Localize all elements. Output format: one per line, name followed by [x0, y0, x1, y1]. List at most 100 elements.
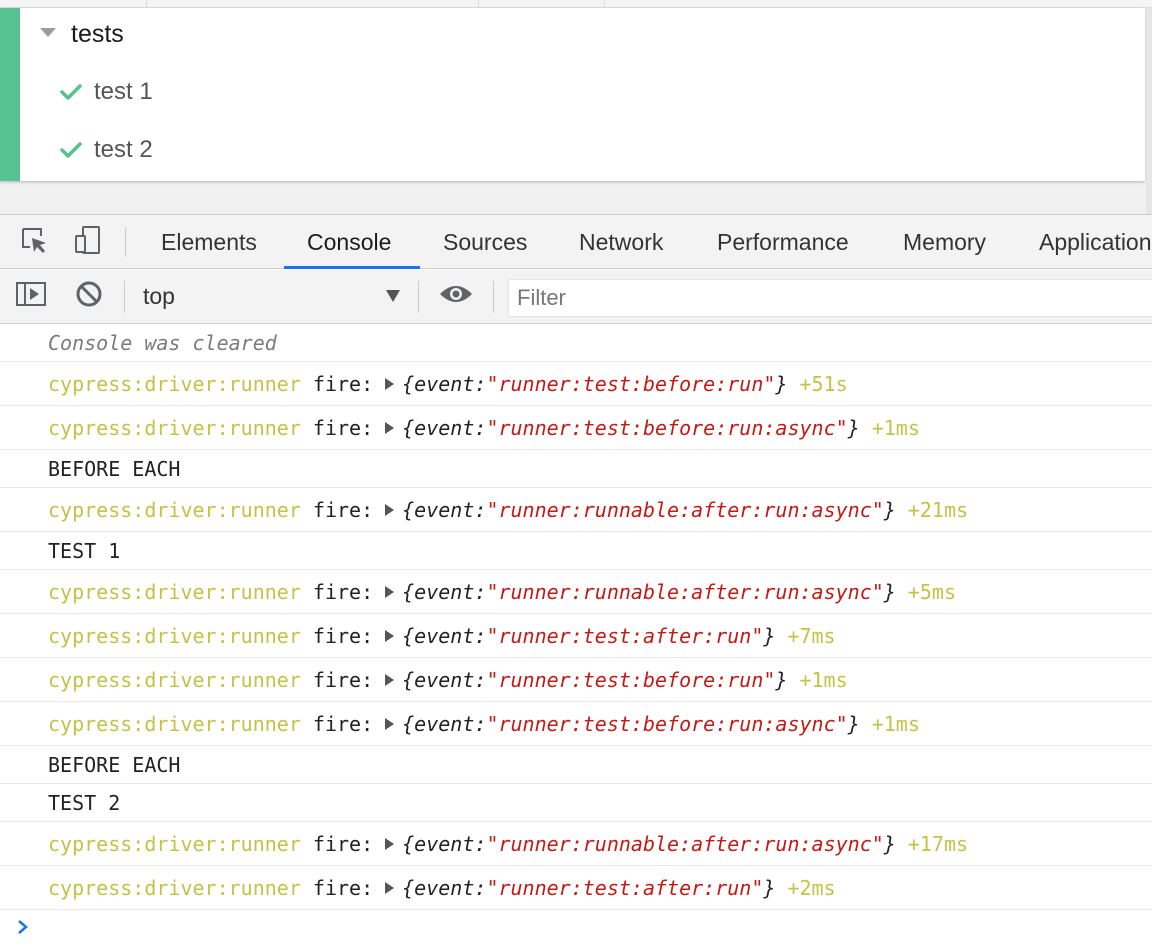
tab-sources[interactable]: Sources [443, 215, 527, 269]
console-message: TEST 2 [0, 784, 1152, 822]
object-close: } [763, 875, 776, 900]
object-close: } [775, 371, 788, 396]
time-delta: +17ms [907, 831, 969, 856]
fire-label: fire: [312, 497, 374, 522]
expand-triangle-icon[interactable] [385, 881, 395, 894]
inspect-icon [19, 225, 49, 260]
tab-console[interactable]: Console [307, 215, 391, 269]
time-delta: +5ms [907, 579, 957, 604]
fire-label: fire: [312, 579, 374, 604]
test-title: test 2 [94, 136, 153, 163]
tab-performance[interactable]: Performance [717, 215, 849, 269]
cleared-text: Console was cleared [48, 330, 277, 355]
namespace: cypress:driver:runner [48, 623, 301, 648]
tab-memory[interactable]: Memory [903, 215, 986, 269]
eye-icon [439, 283, 473, 310]
suite-header[interactable]: tests [40, 18, 124, 50]
console-prompt[interactable] [16, 914, 36, 944]
check-icon [60, 141, 82, 159]
fire-label: fire: [312, 371, 374, 396]
time-delta: +1ms [871, 711, 920, 736]
event-string: "runner:test:before:run:async" [486, 711, 848, 736]
expand-triangle-icon[interactable] [385, 421, 395, 434]
test-suite-panel: tests test 1 test 2 [0, 8, 1145, 181]
time-delta: +21ms [907, 497, 969, 522]
console-message: BEFORE EACH [0, 746, 1152, 784]
time-delta: +1ms [871, 415, 920, 440]
time-delta: +2ms [787, 875, 836, 900]
expand-triangle-icon[interactable] [385, 629, 395, 642]
live-expression-button[interactable] [436, 270, 476, 323]
test-item[interactable]: test 1 [60, 76, 153, 108]
chevron-right-icon [16, 918, 30, 941]
console-toolbar: top [0, 270, 1152, 324]
console-message: cypress:driver:runner fire: {event: "runn… [0, 362, 1152, 406]
expand-triangle-icon[interactable] [385, 673, 395, 686]
event-string: "runner:runnable:after:run:async" [486, 579, 884, 604]
namespace: cypress:driver:runner [48, 711, 301, 736]
device-toolbar-button[interactable] [68, 215, 108, 269]
object-open: {event: [402, 711, 487, 736]
expand-triangle-icon[interactable] [385, 503, 395, 516]
header-divider [478, 0, 479, 7]
object-close: } [847, 711, 860, 736]
test-item[interactable]: test 2 [60, 134, 153, 166]
inspect-element-button[interactable] [14, 215, 54, 269]
filter-box [508, 279, 1152, 317]
object-close: } [883, 497, 896, 522]
namespace: cypress:driver:runner [48, 875, 301, 900]
event-string: "runner:runnable:after:run:async" [486, 831, 884, 856]
object-close: } [847, 415, 860, 440]
namespace: cypress:driver:runner [48, 497, 301, 522]
event-string: "runner:runnable:after:run:async" [486, 497, 884, 522]
suite-status-bar [0, 8, 20, 181]
event-string: "runner:test:before:run" [486, 371, 776, 396]
context-selector[interactable]: top [143, 270, 175, 323]
expand-triangle-icon[interactable] [385, 377, 395, 390]
runner-scrollbar[interactable] [1146, 8, 1152, 214]
toolbar-divider [125, 227, 126, 257]
expand-triangle-icon[interactable] [385, 585, 395, 598]
tab-application[interactable]: Application [1039, 215, 1152, 269]
console-message: cypress:driver:runner fire: {event: "runn… [0, 702, 1152, 746]
block-icon [75, 280, 103, 313]
console-message: Console was cleared [0, 324, 1152, 362]
expand-triangle-icon[interactable] [385, 717, 395, 730]
toolbar-divider [418, 281, 419, 313]
object-close: } [883, 579, 896, 604]
fire-label: fire: [312, 667, 374, 692]
object-open: {event: [402, 667, 487, 692]
object-close: } [775, 667, 788, 692]
toolbar-divider [493, 281, 494, 313]
namespace: cypress:driver:runner [48, 667, 301, 692]
console-message: cypress:driver:runner fire: {event: "runn… [0, 866, 1152, 910]
object-open: {event: [402, 415, 487, 440]
namespace: cypress:driver:runner [48, 415, 301, 440]
console-message: cypress:driver:runner fire: {event: "runn… [0, 406, 1152, 450]
fire-label: fire: [312, 875, 374, 900]
log-text: TEST 1 [48, 538, 121, 563]
caret-down-icon[interactable] [386, 290, 400, 302]
caret-down-icon [40, 27, 56, 37]
expand-triangle-icon[interactable] [385, 837, 395, 850]
console-messages: Console was cleared cypress:driver:runne… [0, 324, 1152, 910]
header-divider [146, 0, 147, 7]
console-message: cypress:driver:runner fire: {event: "runn… [0, 614, 1152, 658]
filter-input[interactable] [509, 280, 1152, 316]
clear-console-button[interactable] [74, 270, 104, 323]
device-icon [72, 224, 104, 261]
tab-network[interactable]: Network [579, 215, 663, 269]
show-sidebar-button[interactable] [14, 270, 48, 323]
time-delta: +51s [799, 371, 848, 396]
object-close: } [763, 623, 776, 648]
log-text: BEFORE EACH [48, 456, 181, 481]
log-text: BEFORE EACH [48, 752, 181, 777]
tab-elements[interactable]: Elements [161, 215, 257, 269]
object-open: {event: [402, 875, 487, 900]
time-delta: +7ms [787, 623, 836, 648]
console-message: cypress:driver:runner fire: {event: "runn… [0, 488, 1152, 532]
object-close: } [883, 831, 896, 856]
toolbar-divider [124, 281, 125, 313]
sidebar-toggle-icon [15, 281, 47, 312]
event-string: "runner:test:before:run:async" [486, 415, 848, 440]
